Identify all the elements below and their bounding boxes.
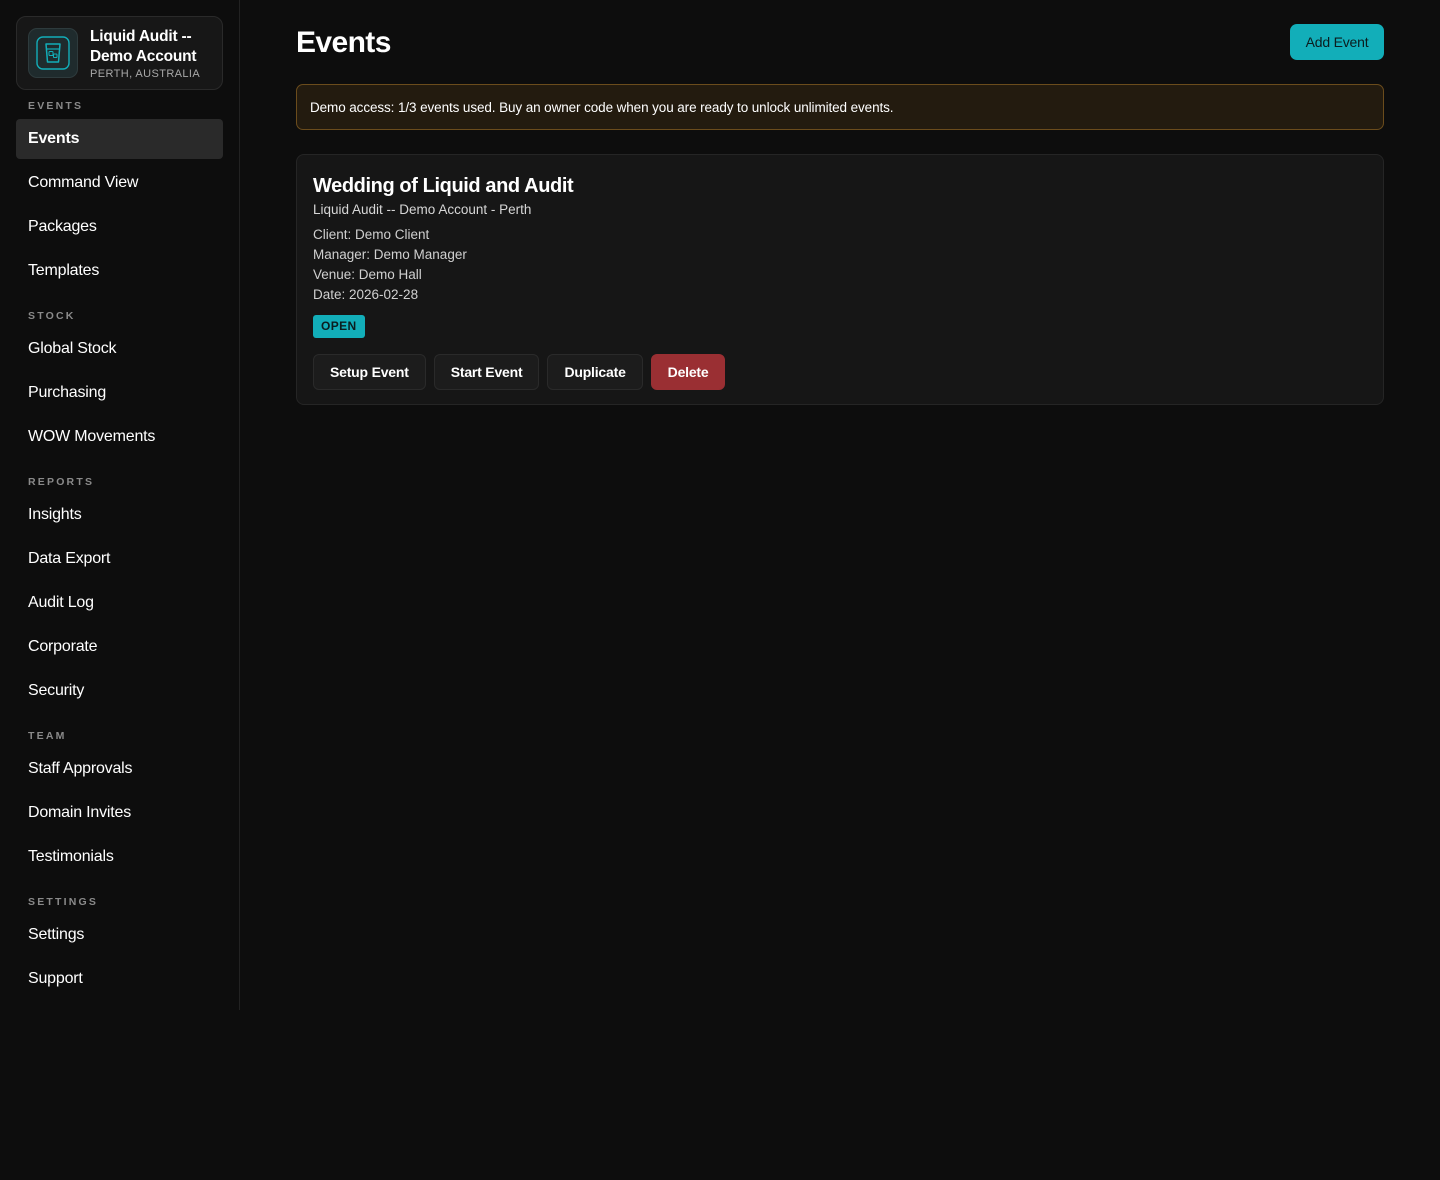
event-venue: Venue: Demo Hall — [313, 267, 422, 282]
event-card: Wedding of Liquid and Audit Liquid Audit… — [296, 154, 1384, 405]
sidebar-item-domain-invites[interactable]: Domain Invites — [16, 793, 223, 833]
duplicate-button[interactable]: Duplicate — [547, 354, 643, 390]
start-event-button[interactable]: Start Event — [433, 354, 540, 390]
event-client: Client: Demo Client — [313, 227, 430, 242]
account-location: PERTH, AUSTRALIA — [90, 67, 201, 80]
section-label-stock: STOCK — [28, 310, 76, 322]
sidebar-item-corporate[interactable]: Corporate — [16, 627, 223, 667]
account-card[interactable]: Liquid Audit -- Demo Account PERTH, AUST… — [16, 16, 223, 90]
sidebar-item-staff-approvals[interactable]: Staff Approvals — [16, 749, 223, 789]
sidebar-item-data-export[interactable]: Data Export — [16, 539, 223, 579]
section-label-team: TEAM — [28, 730, 67, 742]
page-title: Events — [296, 26, 391, 59]
event-title: Wedding of Liquid and Audit — [313, 175, 574, 197]
status-badge: OPEN — [313, 315, 365, 338]
sidebar-item-settings[interactable]: Settings — [16, 915, 223, 955]
sidebar-item-insights[interactable]: Insights — [16, 495, 223, 535]
section-label-events: EVENTS — [28, 100, 84, 112]
sidebar-item-events[interactable]: Events — [16, 119, 223, 159]
sidebar-item-templates[interactable]: Templates — [16, 251, 223, 291]
sidebar-item-support[interactable]: Support — [16, 959, 223, 999]
drink-glass-icon — [28, 28, 78, 78]
sidebar-item-testimonials[interactable]: Testimonials — [16, 837, 223, 877]
demo-access-banner: Demo access: 1/3 events used. Buy an own… — [296, 84, 1384, 130]
delete-button[interactable]: Delete — [650, 354, 726, 390]
sidebar-item-packages[interactable]: Packages — [16, 207, 223, 247]
section-label-settings: SETTINGS — [28, 896, 99, 908]
sidebar-item-audit-log[interactable]: Audit Log — [16, 583, 223, 623]
setup-event-button[interactable]: Setup Event — [313, 354, 426, 390]
event-date: Date: 2026-02-28 — [313, 287, 419, 302]
sidebar-item-wow-movements[interactable]: WOW Movements — [16, 417, 223, 457]
section-label-reports: REPORTS — [28, 476, 95, 488]
app: Liquid Audit -- Demo Account PERTH, AUST… — [0, 0, 1440, 1180]
sidebar-item-global-stock[interactable]: Global Stock — [16, 329, 223, 369]
account-name: Liquid Audit -- Demo Account — [90, 27, 197, 65]
add-event-button[interactable]: Add Event — [1290, 24, 1384, 60]
event-subtitle: Liquid Audit -- Demo Account - Perth — [313, 202, 532, 217]
event-actions: Setup Event Start Event Duplicate Delete — [313, 354, 1367, 390]
sidebar: Liquid Audit -- Demo Account PERTH, AUST… — [0, 0, 240, 1010]
sidebar-item-security[interactable]: Security — [16, 671, 223, 711]
event-manager: Manager: Demo Manager — [313, 247, 467, 262]
account-info: Liquid Audit -- Demo Account PERTH, AUST… — [90, 27, 212, 80]
sidebar-item-command-view[interactable]: Command View — [16, 163, 223, 203]
sidebar-item-purchasing[interactable]: Purchasing — [16, 373, 223, 413]
event-details: Client: Demo Client Manager: Demo Manage… — [313, 225, 1367, 305]
